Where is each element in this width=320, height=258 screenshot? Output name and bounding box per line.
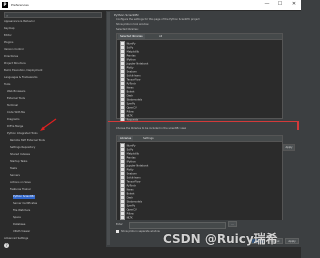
page-title: Python Scientific	[114, 13, 140, 17]
browse-button[interactable]: …	[228, 221, 237, 227]
tree-item[interactable]: Version Control	[4, 48, 24, 52]
tab-selected-libraries[interactable]: Selected libraries	[118, 34, 145, 39]
settings-content-pane: Python Scientific Configure the settings…	[111, 11, 301, 247]
tree-item[interactable]: Features Trainer	[10, 188, 31, 192]
tree-item[interactable]: Code With Me	[7, 111, 25, 115]
tree-item[interactable]: Tasks	[10, 167, 17, 171]
red-arrow-icon	[40, 118, 57, 131]
tree-item[interactable]: Space	[13, 216, 21, 220]
highlight-marker	[297, 122, 299, 130]
tree-item[interactable]: Python Scientific	[13, 195, 35, 199]
tab-all[interactable]: All	[157, 34, 164, 39]
show-plots-option[interactable]: Show plots in tool window	[116, 23, 149, 26]
watermark: CSDN @Ruicy瑞希	[163, 232, 278, 246]
tree-item[interactable]: Project Structure	[4, 62, 26, 66]
tree-item[interactable]: Languages & Frameworks	[4, 76, 38, 80]
search-icon: ⌕	[6, 13, 9, 18]
tree-item[interactable]: Startup Tasks	[10, 160, 27, 164]
tree-item[interactable]: Shared Indexes	[10, 153, 30, 157]
tree-item[interactable]: Tools	[4, 83, 10, 87]
close-button[interactable]: ✕	[290, 1, 298, 8]
lower-tab-strip: Libraries Settings	[117, 136, 282, 142]
side-apply-button[interactable]: Apply	[283, 144, 295, 151]
tree-item[interactable]: Remote SSH External Tools	[10, 139, 45, 143]
tree-item[interactable]: Database	[13, 223, 25, 227]
tree-item[interactable]: External Tools	[7, 97, 25, 101]
tree-item[interactable]: XPath Viewer	[13, 230, 30, 234]
tab-libraries[interactable]: Libraries	[118, 136, 134, 141]
separate-window-label: Show plots in separate window	[121, 230, 160, 233]
libraries-label: Selected libraries:	[116, 28, 139, 31]
upper-tab-strip: Selected libraries All	[117, 34, 282, 40]
tree-item[interactable]: Editor	[4, 34, 12, 38]
tree-item[interactable]: Server Certificates	[13, 202, 37, 206]
separate-window-checkbox[interactable]	[116, 230, 119, 233]
path-input[interactable]	[129, 222, 226, 229]
settings-search-input[interactable]: ⌕	[4, 12, 102, 18]
tree-item[interactable]: Keymap	[4, 27, 14, 31]
window-title: Preferences	[11, 3, 29, 7]
lower-library-panel: Libraries Settings NumPy SciPy Matplotlib P…	[116, 135, 283, 224]
maximize-button[interactable]: ☐	[276, 1, 284, 8]
tree-item[interactable]: Plugins	[4, 41, 13, 45]
help-icon[interactable]: ?	[4, 243, 9, 248]
tree-item[interactable]: Web Browsers	[7, 90, 25, 94]
tree-item[interactable]: Servers	[10, 174, 20, 178]
upper-library-panel: Selected libraries All NumPy SciPy Matplot…	[116, 33, 283, 122]
lower-description: Choose the libraries to be included in t…	[116, 127, 187, 130]
highlight-line	[108, 121, 299, 122]
tree-item[interactable]: Directories	[4, 55, 18, 59]
tree-item[interactable]: Advanced Settings	[4, 237, 28, 241]
apply-button[interactable]: Apply	[285, 238, 299, 244]
page-description: Configure the settings for this page of …	[116, 18, 200, 21]
tree-scrollbar[interactable]	[107, 12, 110, 245]
tab-settings[interactable]: Settings	[141, 136, 156, 141]
field-label: Enter	[116, 223, 123, 226]
tree-item[interactable]: Appearance & Behavior	[4, 20, 35, 24]
tree-item[interactable]: Diagrams	[7, 118, 20, 122]
tree-item[interactable]: Diff & Merge	[7, 125, 23, 129]
tree-item[interactable]: Build, Execution, Deployment	[4, 69, 42, 73]
tree-item[interactable]: Terminal	[7, 104, 18, 108]
tree-item[interactable]: Actions on Save	[10, 181, 31, 185]
tree-item[interactable]: Settings Repository	[10, 146, 35, 150]
tree-item[interactable]: Python Integrated Tools	[7, 132, 38, 136]
minimize-button[interactable]: —	[263, 1, 271, 8]
app-logo-icon: P	[2, 2, 8, 8]
tree-item[interactable]: File Watchers	[13, 209, 30, 213]
